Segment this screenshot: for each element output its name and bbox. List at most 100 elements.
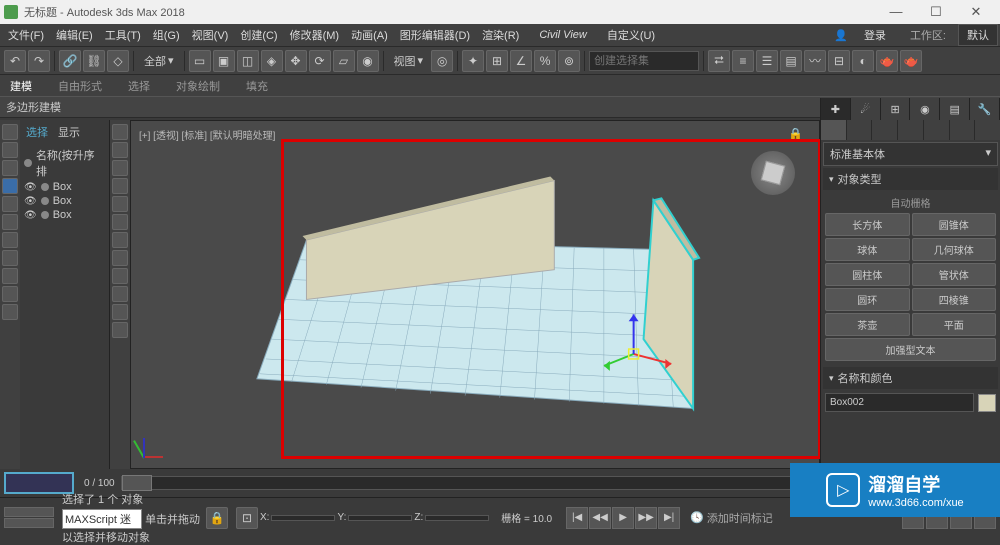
menu-civil[interactable]: Civil View bbox=[533, 29, 592, 41]
prim-plane[interactable]: 平面 bbox=[912, 313, 997, 336]
y-input[interactable] bbox=[348, 515, 412, 521]
cmd-tab-hierarchy[interactable]: ⊞ bbox=[881, 98, 911, 120]
login-button[interactable]: 👤 登录 bbox=[822, 27, 898, 43]
maxscript-input[interactable]: MAXScript 迷 bbox=[62, 509, 142, 529]
menu-modifier[interactable]: 修改器(M) bbox=[284, 27, 346, 43]
disp-6[interactable] bbox=[112, 214, 128, 230]
tool-select[interactable] bbox=[2, 124, 18, 140]
rotate-button[interactable]: ⟳ bbox=[309, 50, 331, 72]
tool-6[interactable] bbox=[2, 214, 18, 230]
prev-frame-button[interactable]: ◀◀ bbox=[589, 507, 611, 529]
workspace-select[interactable]: 默认 bbox=[958, 24, 998, 46]
place-button[interactable]: ◉ bbox=[357, 50, 379, 72]
disp-10[interactable] bbox=[112, 286, 128, 302]
eye-icon[interactable]: 👁 bbox=[24, 182, 37, 193]
redo-button[interactable]: ↷ bbox=[28, 50, 50, 72]
material-editor-button[interactable]: ◐ bbox=[852, 50, 874, 72]
scene-item[interactable]: 👁 Box bbox=[22, 180, 107, 194]
link-button[interactable]: 🔗 bbox=[59, 50, 81, 72]
scene-item[interactable]: 👁 Box bbox=[22, 194, 107, 208]
tool-7[interactable] bbox=[2, 232, 18, 248]
viewport-label[interactable]: [+] [透视] [标准] [默认明暗处理] bbox=[139, 127, 275, 142]
viewcube[interactable] bbox=[751, 151, 795, 195]
prim-sphere[interactable]: 球体 bbox=[825, 238, 910, 261]
tool-10[interactable] bbox=[2, 286, 18, 302]
setkey-button[interactable] bbox=[4, 507, 54, 517]
menu-custom[interactable]: 自定义(U) bbox=[601, 27, 661, 43]
select-button[interactable]: ▭ bbox=[189, 50, 211, 72]
primitive-dropdown[interactable]: 标准基本体▾ bbox=[823, 142, 998, 166]
snap-button[interactable]: ⊞ bbox=[486, 50, 508, 72]
cmd-tab-create[interactable]: ✚ bbox=[821, 98, 851, 120]
disp-11[interactable] bbox=[112, 304, 128, 320]
toggle-ribbon-button[interactable]: ▤ bbox=[780, 50, 802, 72]
menu-view[interactable]: 视图(V) bbox=[186, 27, 235, 43]
lock-selection-button[interactable]: 🔒 bbox=[206, 507, 228, 529]
tool-9[interactable] bbox=[2, 268, 18, 284]
menu-create[interactable]: 创建(C) bbox=[234, 27, 283, 43]
select-window-button[interactable]: ◫ bbox=[237, 50, 259, 72]
color-swatch[interactable] bbox=[978, 394, 996, 412]
scale-button[interactable]: ▱ bbox=[333, 50, 355, 72]
align-button[interactable]: ≡ bbox=[732, 50, 754, 72]
tool-hier[interactable] bbox=[2, 160, 18, 176]
close-button[interactable]: ✕ bbox=[956, 1, 996, 23]
named-selection-input[interactable] bbox=[589, 51, 699, 71]
maximize-button[interactable]: ☐ bbox=[916, 1, 956, 23]
sub-shapes[interactable] bbox=[847, 120, 872, 140]
disp-7[interactable] bbox=[112, 232, 128, 248]
lock-icon[interactable]: 🔒 bbox=[788, 127, 803, 141]
time-handle[interactable] bbox=[122, 475, 152, 491]
prim-geosphere[interactable]: 几何球体 bbox=[912, 238, 997, 261]
menu-group[interactable]: 组(G) bbox=[147, 27, 186, 43]
tool-display[interactable] bbox=[2, 178, 18, 194]
sub-cameras[interactable] bbox=[898, 120, 923, 140]
play-button[interactable]: ▶ bbox=[612, 507, 634, 529]
cmd-tab-modify[interactable]: ☄ bbox=[851, 98, 881, 120]
prim-tube[interactable]: 管状体 bbox=[912, 263, 997, 286]
angle-snap-button[interactable]: ∠ bbox=[510, 50, 532, 72]
menu-graph[interactable]: 图形编辑器(D) bbox=[394, 27, 476, 43]
menu-edit[interactable]: 编辑(E) bbox=[50, 27, 99, 43]
prim-pyramid[interactable]: 四棱锥 bbox=[912, 288, 997, 311]
layer-button[interactable]: ☰ bbox=[756, 50, 778, 72]
ribbon-tab-populate[interactable]: 填充 bbox=[242, 76, 272, 96]
autokey-button[interactable] bbox=[4, 518, 54, 528]
percent-snap-button[interactable]: % bbox=[534, 50, 556, 72]
menu-file[interactable]: 文件(F) bbox=[2, 27, 50, 43]
ribbon-tab-objpaint[interactable]: 对象绘制 bbox=[172, 76, 224, 96]
filter-dropdown[interactable]: 全部▾ bbox=[138, 53, 180, 69]
minimize-button[interactable]: — bbox=[876, 1, 916, 23]
sub-space[interactable] bbox=[950, 120, 975, 140]
schematic-button[interactable]: ⊟ bbox=[828, 50, 850, 72]
ribbon-tab-selection[interactable]: 选择 bbox=[124, 76, 154, 96]
cmd-tab-utilities[interactable]: 🔧 bbox=[970, 98, 1000, 120]
bind-button[interactable]: ◇ bbox=[107, 50, 129, 72]
prim-torus[interactable]: 圆环 bbox=[825, 288, 910, 311]
eye-icon[interactable]: 👁 bbox=[24, 196, 37, 207]
autogrid-label[interactable]: 自动栅格 bbox=[821, 192, 1000, 213]
prim-cone[interactable]: 圆锥体 bbox=[912, 213, 997, 236]
pivot-button[interactable]: ◎ bbox=[431, 50, 453, 72]
select-crossing-button[interactable]: ◈ bbox=[261, 50, 283, 72]
tool-11[interactable] bbox=[2, 304, 18, 320]
goto-start-button[interactable]: |◀ bbox=[566, 507, 588, 529]
curve-editor-button[interactable]: 〰 bbox=[804, 50, 826, 72]
scene-item[interactable]: 👁 Box bbox=[22, 208, 107, 222]
disp-4[interactable] bbox=[112, 178, 128, 194]
tool-layers[interactable] bbox=[2, 142, 18, 158]
prim-textplus[interactable]: 加强型文本 bbox=[825, 338, 996, 361]
add-time-tag[interactable]: 🕓 添加时间标记 bbox=[690, 510, 773, 526]
disp-3[interactable] bbox=[112, 160, 128, 176]
ref-coord-dropdown[interactable]: 视图▾ bbox=[388, 53, 430, 69]
isolate-icon[interactable]: ⊡ bbox=[236, 507, 258, 529]
prim-teapot[interactable]: 茶壶 bbox=[825, 313, 910, 336]
disp-9[interactable] bbox=[112, 268, 128, 284]
sub-lights[interactable] bbox=[872, 120, 897, 140]
cmd-tab-display[interactable]: ▤ bbox=[940, 98, 970, 120]
prim-cylinder[interactable]: 圆柱体 bbox=[825, 263, 910, 286]
undo-button[interactable]: ↶ bbox=[4, 50, 26, 72]
ribbon-tab-freeform[interactable]: 自由形式 bbox=[54, 76, 106, 96]
disp-2[interactable] bbox=[112, 142, 128, 158]
object-name-input[interactable]: Box002 bbox=[825, 393, 974, 412]
